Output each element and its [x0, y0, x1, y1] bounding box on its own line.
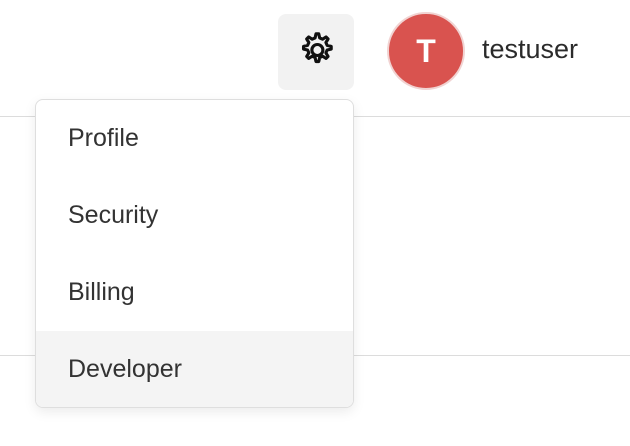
menu-item-security[interactable]: Security [36, 177, 353, 254]
avatar[interactable]: T [387, 12, 465, 90]
avatar-initial: T [416, 32, 436, 69]
settings-dropdown-menu: Profile Security Billing Developer [35, 99, 354, 408]
settings-button[interactable] [278, 14, 354, 90]
gear-icon [294, 28, 338, 77]
menu-item-developer[interactable]: Developer [36, 331, 353, 407]
menu-item-billing[interactable]: Billing [36, 254, 353, 331]
menu-item-profile[interactable]: Profile [36, 100, 353, 177]
page: T testuser Profile Security Billing Deve… [0, 0, 630, 446]
username-label[interactable]: testuser [482, 34, 578, 65]
